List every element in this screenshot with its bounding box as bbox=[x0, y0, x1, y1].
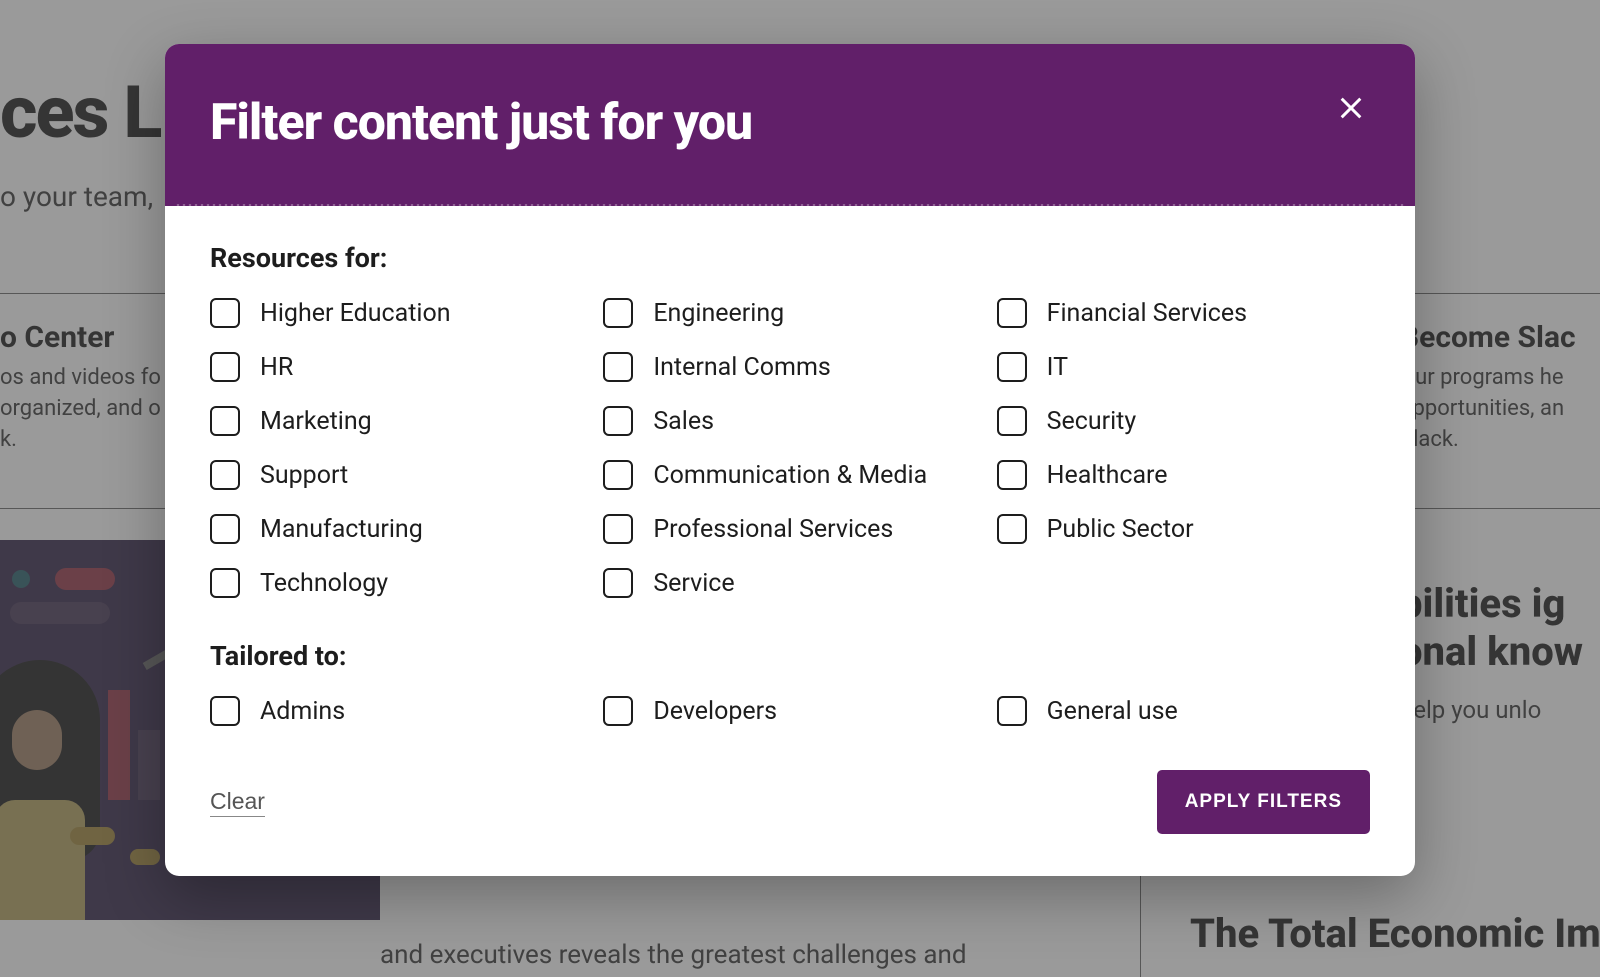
checkbox-admins[interactable] bbox=[210, 696, 240, 726]
modal-footer: Clear APPLY FILTERS bbox=[210, 770, 1370, 834]
checkbox-label-general-use: General use bbox=[1047, 697, 1178, 726]
checkbox-item-service[interactable]: Service bbox=[603, 568, 976, 598]
resources-section-title: Resources for: bbox=[210, 242, 1370, 274]
header-dotted-border bbox=[175, 204, 1405, 206]
checkbox-hr[interactable] bbox=[210, 352, 240, 382]
checkbox-communication-media[interactable] bbox=[603, 460, 633, 490]
checkbox-item-public-sector[interactable]: Public Sector bbox=[997, 514, 1370, 544]
checkbox-item-professional-services[interactable]: Professional Services bbox=[603, 514, 976, 544]
apply-filters-button[interactable]: APPLY FILTERS bbox=[1157, 770, 1370, 834]
checkbox-item-internal-comms[interactable]: Internal Comms bbox=[603, 352, 976, 382]
checkbox-label-sales: Sales bbox=[653, 407, 714, 436]
checkbox-technology[interactable] bbox=[210, 568, 240, 598]
checkbox-public-sector[interactable] bbox=[997, 514, 1027, 544]
checkbox-developers[interactable] bbox=[603, 696, 633, 726]
checkbox-label-manufacturing: Manufacturing bbox=[260, 515, 423, 544]
checkbox-sales[interactable] bbox=[603, 406, 633, 436]
checkbox-professional-services[interactable] bbox=[603, 514, 633, 544]
checkbox-general-use[interactable] bbox=[997, 696, 1027, 726]
checkbox-item-sales[interactable]: Sales bbox=[603, 406, 976, 436]
checkbox-security[interactable] bbox=[997, 406, 1027, 436]
checkbox-item-healthcare[interactable]: Healthcare bbox=[997, 460, 1370, 490]
checkbox-healthcare[interactable] bbox=[997, 460, 1027, 490]
checkbox-internal-comms[interactable] bbox=[603, 352, 633, 382]
checkbox-label-healthcare: Healthcare bbox=[1047, 461, 1168, 490]
close-icon bbox=[1337, 94, 1365, 122]
checkbox-item-marketing[interactable]: Marketing bbox=[210, 406, 583, 436]
checkbox-item-engineering[interactable]: Engineering bbox=[603, 298, 976, 328]
checkbox-item-financial-services[interactable]: Financial Services bbox=[997, 298, 1370, 328]
checkbox-label-service: Service bbox=[653, 569, 734, 598]
checkbox-item-support[interactable]: Support bbox=[210, 460, 583, 490]
checkbox-item-communication-media[interactable]: Communication & Media bbox=[603, 460, 976, 490]
checkbox-item-general-use[interactable]: General use bbox=[997, 696, 1370, 726]
checkbox-financial-services[interactable] bbox=[997, 298, 1027, 328]
checkbox-engineering[interactable] bbox=[603, 298, 633, 328]
checkbox-service[interactable] bbox=[603, 568, 633, 598]
modal-header: Filter content just for you bbox=[165, 44, 1415, 206]
close-button[interactable] bbox=[1331, 88, 1371, 128]
checkbox-label-it: IT bbox=[1047, 353, 1068, 382]
checkbox-label-security: Security bbox=[1047, 407, 1137, 436]
modal-title: Filter content just for you bbox=[210, 94, 1370, 152]
checkbox-label-internal-comms: Internal Comms bbox=[653, 353, 830, 382]
modal-body: Resources for: Higher Education Engineeri… bbox=[165, 206, 1415, 876]
checkbox-label-communication-media: Communication & Media bbox=[653, 461, 927, 490]
checkbox-item-manufacturing[interactable]: Manufacturing bbox=[210, 514, 583, 544]
filter-modal: Filter content just for you Resources fo… bbox=[165, 44, 1415, 876]
resources-checkbox-grid: Higher Education Engineering Financial Ser… bbox=[210, 298, 1370, 598]
checkbox-item-developers[interactable]: Developers bbox=[603, 696, 976, 726]
checkbox-label-technology: Technology bbox=[260, 569, 388, 598]
checkbox-support[interactable] bbox=[210, 460, 240, 490]
checkbox-label-admins: Admins bbox=[260, 697, 345, 726]
clear-button[interactable]: Clear bbox=[210, 788, 265, 817]
tailored-section-title: Tailored to: bbox=[210, 640, 1370, 672]
checkbox-label-marketing: Marketing bbox=[260, 407, 372, 436]
checkbox-item-hr[interactable]: HR bbox=[210, 352, 583, 382]
checkbox-item-security[interactable]: Security bbox=[997, 406, 1370, 436]
tailored-checkbox-grid: Admins Developers General use bbox=[210, 696, 1370, 726]
checkbox-label-hr: HR bbox=[260, 353, 293, 382]
checkbox-label-developers: Developers bbox=[653, 697, 777, 726]
checkbox-it[interactable] bbox=[997, 352, 1027, 382]
checkbox-manufacturing[interactable] bbox=[210, 514, 240, 544]
checkbox-label-support: Support bbox=[260, 461, 348, 490]
checkbox-label-public-sector: Public Sector bbox=[1047, 515, 1194, 544]
checkbox-label-financial-services: Financial Services bbox=[1047, 299, 1247, 328]
checkbox-label-professional-services: Professional Services bbox=[653, 515, 893, 544]
checkbox-higher-education[interactable] bbox=[210, 298, 240, 328]
checkbox-item-technology[interactable]: Technology bbox=[210, 568, 583, 598]
checkbox-label-engineering: Engineering bbox=[653, 299, 784, 328]
checkbox-marketing[interactable] bbox=[210, 406, 240, 436]
checkbox-item-higher-education[interactable]: Higher Education bbox=[210, 298, 583, 328]
checkbox-item-admins[interactable]: Admins bbox=[210, 696, 583, 726]
checkbox-item-it[interactable]: IT bbox=[997, 352, 1370, 382]
checkbox-label-higher-education: Higher Education bbox=[260, 299, 451, 328]
